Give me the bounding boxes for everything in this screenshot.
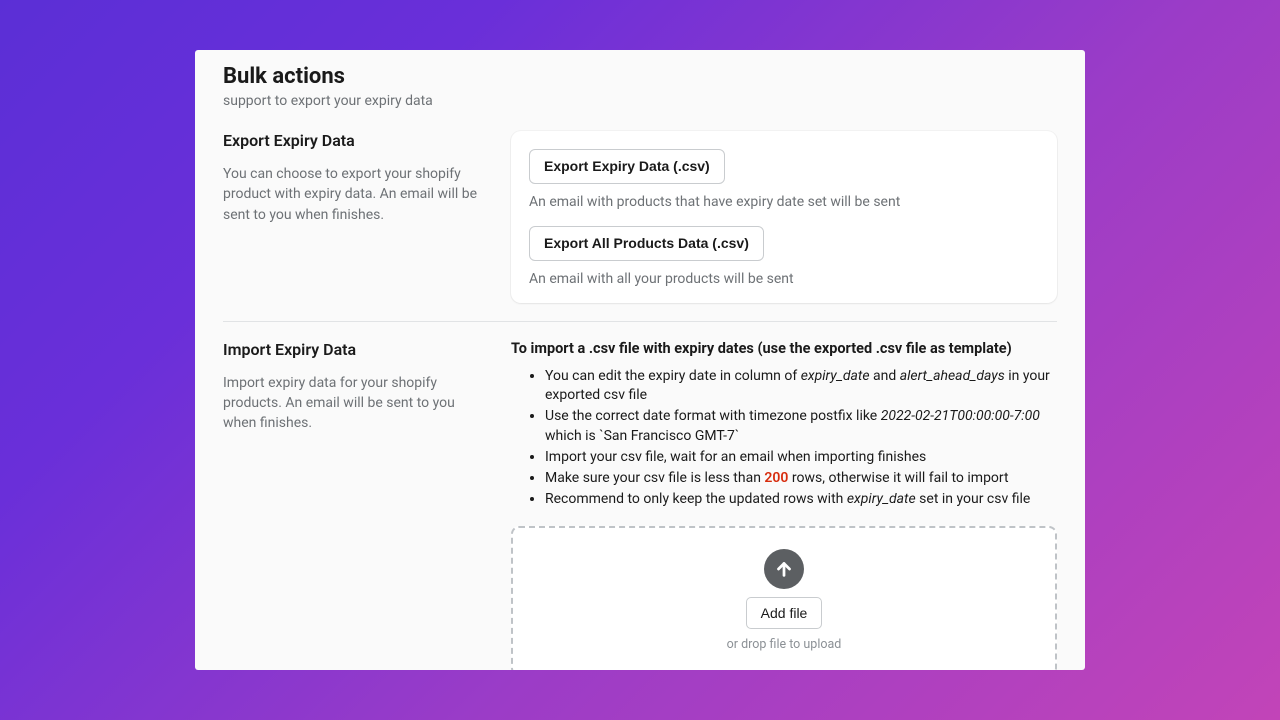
export-expiry-hint: An email with products that have expiry … [529,194,1039,210]
export-side-title: Export Expiry Data [223,131,483,150]
export-side: Export Expiry Data You can choose to exp… [223,131,483,303]
export-all-hint: An email with all your products will be … [529,271,1039,287]
export-section: Export Expiry Data You can choose to exp… [223,131,1057,321]
export-side-desc: You can choose to export your shopify pr… [223,164,483,225]
list-item: Make sure your csv file is less than 200… [545,469,1057,489]
page-subtitle: support to export your expiry data [223,93,1057,109]
list-item: Import your csv file, wait for an email … [545,448,1057,468]
import-instructions: You can edit the expiry date in column o… [511,367,1057,510]
add-file-button[interactable]: Add file [746,597,823,629]
import-section: Import Expiry Data Import expiry data fo… [223,321,1057,670]
import-side-desc: Import expiry data for your shopify prod… [223,373,483,434]
export-expiry-button[interactable]: Export Expiry Data (.csv) [529,149,725,184]
drop-hint: or drop file to upload [727,637,842,652]
page-title: Bulk actions [223,64,1057,89]
upload-arrow-icon [764,549,804,589]
export-card: Export Expiry Data (.csv) An email with … [511,131,1057,303]
import-heading: To import a .csv file with expiry dates … [511,340,1057,357]
list-item: Recommend to only keep the updated rows … [545,490,1057,510]
list-item: You can edit the expiry date in column o… [545,367,1057,407]
import-side: Import Expiry Data Import expiry data fo… [223,340,483,670]
list-item: Use the correct date format with timezon… [545,407,1057,447]
file-dropzone[interactable]: Add file or drop file to upload [511,526,1057,670]
export-all-button[interactable]: Export All Products Data (.csv) [529,226,764,261]
import-side-title: Import Expiry Data [223,340,483,359]
settings-panel: Bulk actions support to export your expi… [195,50,1085,670]
